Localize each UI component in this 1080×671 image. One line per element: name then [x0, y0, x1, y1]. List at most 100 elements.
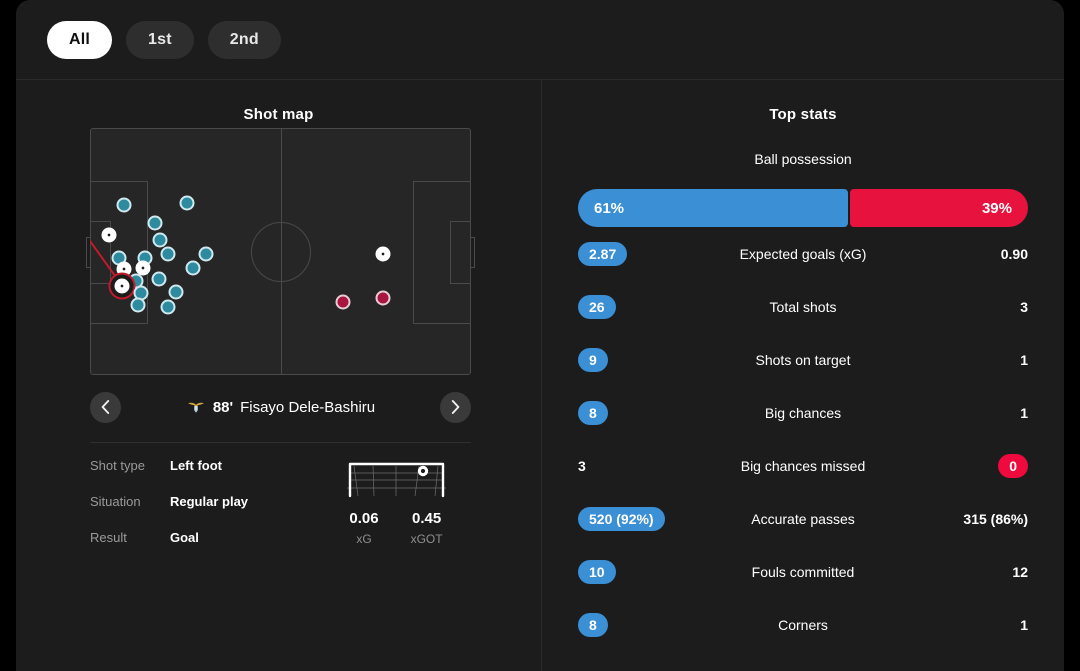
shot-marker[interactable]	[135, 260, 151, 276]
shot-marker[interactable]	[160, 299, 176, 315]
stat-name: Corners	[778, 616, 828, 633]
shot-player-name: Fisayo Dele-Bashiru	[240, 398, 376, 416]
stat-away-side: 3	[918, 299, 1028, 315]
stat-away-side: 12	[918, 564, 1028, 580]
stat-name: Total shots	[769, 298, 837, 315]
prev-shot-button[interactable]	[90, 391, 121, 423]
shot-marker[interactable]	[375, 246, 391, 262]
shot-marker[interactable]	[116, 261, 132, 277]
shot-marker[interactable]	[114, 278, 130, 294]
goal-left	[86, 237, 91, 268]
stat-away-value: 1	[1020, 351, 1028, 368]
stat-home-value: 8	[578, 612, 608, 637]
stats-list: Ball possession 61% 39% 2.87 Expected goa…	[542, 151, 1064, 651]
tab-2nd[interactable]: 2nd	[207, 20, 281, 59]
stat-home-side: 9	[578, 347, 688, 372]
stat-row: 26 Total shots 3	[578, 280, 1028, 333]
stat-row: 2.87 Expected goals (xG) 0.90	[578, 227, 1028, 280]
stat-home-value: 10	[578, 559, 616, 584]
stat-name: Fouls committed	[751, 563, 855, 580]
xgot-label: xGOT	[410, 532, 443, 546]
shot-map-title: Shot map	[243, 106, 314, 123]
stat-rows-container: 2.87 Expected goals (xG) 0.90 26 Total shots…	[578, 227, 1028, 651]
shot-marker[interactable]	[130, 297, 146, 313]
shot-type-value: Left foot	[170, 458, 222, 473]
possession-bar: 61% 39%	[578, 189, 1028, 227]
stat-home-side: 2.87	[578, 241, 688, 266]
stat-name: Shots on target	[755, 351, 851, 368]
stat-away-value: 0	[998, 453, 1028, 478]
stat-name: Big chances	[764, 404, 842, 421]
goal-mouth-diagram: 0.06 xG 0.45 xGOT	[321, 458, 471, 566]
stat-row: 10 Fouls committed 12	[578, 545, 1028, 598]
shot-navigator: 88' Fisayo Dele-Bashiru	[90, 387, 471, 427]
stat-away-side: 315 (86%)	[918, 511, 1028, 527]
xgot-value: 0.45	[411, 510, 442, 527]
content-body: Shot map 88' Fisayo Dele-Bashiru Shot ty…	[16, 80, 1064, 671]
stat-row: 9 Shots on target 1	[578, 333, 1028, 386]
top-stats-panel: Top stats Ball possession 61% 39% 2.87 Ex…	[542, 80, 1064, 671]
stat-home-side: 520 (92%)	[578, 506, 688, 531]
shot-type-label: Shot type	[90, 458, 145, 473]
pitch-container[interactable]	[86, 128, 475, 375]
stat-row: 520 (92%) Accurate passes 315 (86%)	[578, 492, 1028, 545]
shot-marker[interactable]	[160, 246, 176, 262]
shot-marker[interactable]	[185, 260, 201, 276]
chevron-right-icon	[451, 400, 460, 414]
stat-home-side: 3	[578, 458, 688, 474]
stat-home-value: 2.87	[578, 241, 628, 266]
centre-circle	[250, 221, 311, 282]
stat-home-value: 8	[578, 400, 608, 425]
detail-row-situation: Situation Regular play	[90, 494, 300, 509]
shot-map-panel: Shot map 88' Fisayo Dele-Bashiru Shot ty…	[16, 80, 541, 671]
football-icon	[121, 265, 128, 273]
shot-marker[interactable]	[116, 197, 132, 213]
shot-marker[interactable]	[101, 227, 117, 243]
stat-home-side: 26	[578, 294, 688, 319]
possession-home-value: 61%	[578, 189, 848, 227]
stat-away-side: 1	[918, 617, 1028, 633]
football-icon	[380, 250, 387, 258]
stat-home-side: 10	[578, 559, 688, 584]
tab-all[interactable]: All	[47, 20, 113, 59]
stat-away-value: 1	[1020, 404, 1028, 421]
tab-1st[interactable]: 1st	[126, 20, 194, 59]
shot-minute: 88'	[212, 398, 234, 416]
stat-name: Accurate passes	[751, 510, 855, 527]
football-icon	[119, 282, 126, 290]
period-tab-bar: All 1st 2nd	[16, 0, 1064, 80]
shot-marker[interactable]	[147, 215, 163, 231]
stat-home-value: 26	[578, 294, 616, 319]
stat-home-side: 8	[578, 400, 688, 425]
chevron-left-icon	[101, 400, 110, 414]
goal-net-icon	[346, 462, 446, 498]
shot-marker[interactable]	[179, 195, 195, 211]
goal-right	[470, 237, 475, 268]
shot-marker[interactable]	[335, 294, 351, 310]
ball-position-marker	[417, 465, 428, 477]
next-shot-button[interactable]	[440, 391, 471, 423]
football-icon	[140, 264, 147, 271]
stat-home-value: 520 (92%)	[578, 506, 665, 531]
stat-row: 3 Big chances missed 0	[578, 439, 1028, 492]
result-value: Goal	[170, 530, 199, 545]
xg-values: 0.06 xG 0.45 xGOT	[321, 510, 471, 546]
shot-marker[interactable]	[168, 284, 184, 300]
xg-cell: 0.06 xG	[349, 510, 378, 546]
stat-name: Big chances missed	[740, 457, 866, 474]
shot-detail-rows: Shot type Left foot Situation Regular pl…	[90, 458, 300, 566]
shot-marker[interactable]	[375, 290, 391, 306]
shot-marker[interactable]	[198, 246, 214, 262]
stat-away-value: 315 (86%)	[963, 510, 1028, 527]
situation-label: Situation	[90, 494, 141, 509]
shot-details: Shot type Left foot Situation Regular pl…	[90, 458, 471, 566]
selected-shot-player: 88' Fisayo Dele-Bashiru	[121, 397, 440, 417]
details-separator	[90, 442, 471, 443]
shot-marker[interactable]	[151, 271, 167, 287]
xg-value: 0.06	[349, 510, 379, 527]
result-label: Result	[90, 530, 127, 545]
situation-value: Regular play	[170, 494, 249, 509]
stat-away-value: 0.90	[1000, 245, 1028, 262]
stat-away-side: 0	[918, 453, 1028, 478]
stat-row: 8 Corners 1	[578, 598, 1028, 651]
